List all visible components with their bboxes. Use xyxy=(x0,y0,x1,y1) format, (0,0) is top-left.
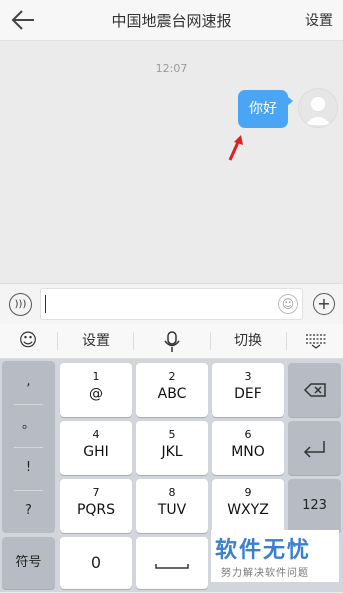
numeric-mode-key[interactable]: 123 xyxy=(288,479,341,533)
key-6[interactable]: 6 MNO xyxy=(212,421,284,475)
key-8[interactable]: 8 TUV xyxy=(136,479,208,533)
watermark: 软件无忧 努力解决软件问题 xyxy=(211,530,339,582)
voice-input-icon[interactable]: ))) xyxy=(9,293,32,316)
avatar[interactable] xyxy=(298,88,338,128)
message-bubble[interactable]: 你好 xyxy=(238,90,293,128)
key-number: 6 xyxy=(244,428,252,441)
add-attachment-icon[interactable]: + xyxy=(313,293,335,315)
watermark-subtitle: 努力解决软件问题 xyxy=(221,568,309,579)
key-number: 5 xyxy=(168,428,176,441)
key-3[interactable]: 3 DEF xyxy=(212,363,284,417)
key-number: 4 xyxy=(92,428,100,441)
message-input[interactable]: ☺ xyxy=(40,288,303,320)
red-arrow-annotation-icon xyxy=(228,135,243,161)
key-number: 9 xyxy=(244,486,252,499)
enter-key[interactable] xyxy=(288,421,341,475)
punct-key-comma[interactable]: , xyxy=(2,361,55,403)
keyboard-emoji-icon[interactable]: ☺ xyxy=(8,324,48,358)
divider xyxy=(133,332,134,350)
key-letters: GHI xyxy=(83,444,109,460)
symbol-key[interactable]: 符号 xyxy=(2,537,55,589)
punct-key-question[interactable]: ? xyxy=(2,490,55,532)
hide-keyboard-icon[interactable] xyxy=(305,333,327,349)
key-number: 1 xyxy=(92,370,100,383)
message-timestamp: 12:07 xyxy=(155,62,188,75)
key-letters: DEF xyxy=(234,386,262,402)
key-number: 2 xyxy=(168,370,176,383)
key-2[interactable]: 2 ABC xyxy=(136,363,208,417)
backspace-key[interactable] xyxy=(288,363,341,417)
key-9[interactable]: 9 WXYZ xyxy=(212,479,284,533)
keyboard-settings-button[interactable]: 设置 xyxy=(66,324,126,358)
settings-button[interactable]: 设置 xyxy=(305,10,333,30)
key-1[interactable]: 1 @ xyxy=(60,363,132,417)
key-5[interactable]: 5 JKL xyxy=(136,421,208,475)
punctuation-column[interactable]: , 。 ! ? xyxy=(2,361,55,533)
enter-icon xyxy=(303,441,325,458)
keyboard-toolbar: ☺ 设置 切换 xyxy=(0,324,343,359)
key-0[interactable]: 0 xyxy=(60,537,132,589)
space-key[interactable] xyxy=(136,537,208,589)
title-bar: 中国地震台网速报 设置 xyxy=(0,0,343,41)
punct-key-period[interactable]: 。 xyxy=(2,404,55,446)
page-title: 中国地震台网速报 xyxy=(111,12,232,30)
key-4[interactable]: 4 GHI xyxy=(60,421,132,475)
space-icon xyxy=(155,564,189,569)
divider xyxy=(210,332,211,350)
key-number: 7 xyxy=(92,486,100,499)
key-7[interactable]: 7 PQRS xyxy=(60,479,132,533)
key-letters: TUV xyxy=(157,502,187,518)
divider xyxy=(286,332,287,350)
key-letters: @ xyxy=(89,386,103,402)
key-letters: MNO xyxy=(231,444,265,460)
text-caret xyxy=(45,295,46,313)
key-letters: ABC xyxy=(157,386,187,402)
key-number: 3 xyxy=(244,370,252,383)
emoji-icon[interactable]: ☺ xyxy=(278,294,298,314)
message-input-bar: ))) ☺ + xyxy=(0,283,343,325)
watermark-title: 软件无忧 xyxy=(215,538,312,563)
key-number: 8 xyxy=(168,486,176,499)
microphone-icon[interactable] xyxy=(163,331,181,353)
divider xyxy=(57,332,58,350)
punct-key-exclaim[interactable]: ! xyxy=(2,447,55,489)
user-silhouette-icon xyxy=(305,97,331,125)
key-letters: WXYZ xyxy=(227,502,269,518)
backspace-icon xyxy=(303,383,326,397)
key-letters: PQRS xyxy=(76,502,116,518)
key-letters: JKL xyxy=(161,444,183,460)
switch-keyboard-button[interactable]: 切换 xyxy=(218,324,278,358)
